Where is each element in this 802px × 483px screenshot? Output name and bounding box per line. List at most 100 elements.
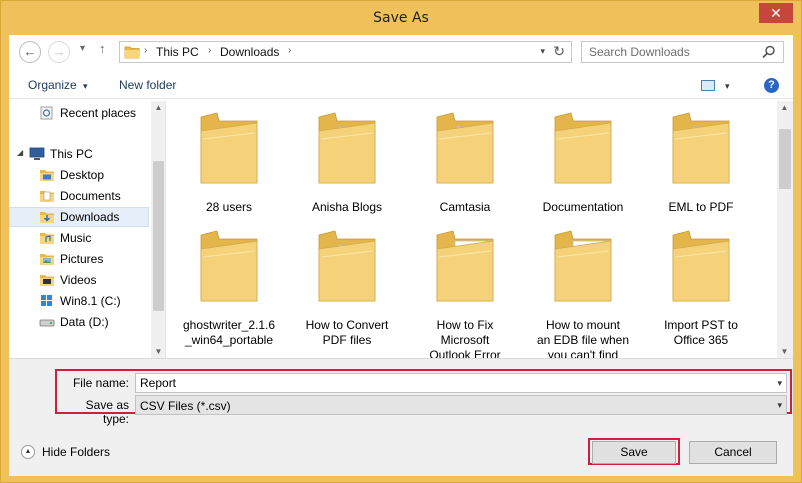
- file-item-name: Camtasia: [439, 200, 491, 214]
- folder-icon: [318, 112, 376, 184]
- navigation-pane: Recent places ◢ This PC Desktop Document…: [9, 101, 166, 358]
- up-button[interactable]: ↑: [99, 41, 106, 56]
- scroll-down-arrow-icon[interactable]: ▼: [151, 347, 165, 356]
- sidebar-item-label: Desktop: [60, 168, 105, 182]
- save-as-type-label: Save as type:: [85, 398, 129, 426]
- chevron-down-icon[interactable]: ▾: [777, 400, 782, 411]
- file-item[interactable]: W How to mount an EDB file when you can't…: [529, 223, 637, 358]
- back-button[interactable]: ←: [19, 41, 41, 63]
- navigation-bar: ← → ▾ ↑ › This PC › Downloads › ▾ ↻: [9, 35, 793, 69]
- videos-icon: [40, 275, 54, 286]
- chevron-down-icon: ▾: [83, 81, 88, 91]
- computer-icon: [29, 147, 45, 160]
- file-item-name: EML to PDF: [668, 200, 734, 214]
- address-bar[interactable]: › This PC › Downloads › ▾ ↻: [119, 41, 572, 63]
- sidebar-item-label: Pictures: [60, 252, 104, 266]
- folder-icon: [124, 46, 140, 59]
- file-list-scrollbar[interactable]: ▲ ▼: [777, 101, 793, 358]
- file-list: ▲ ▼ 28 users Anisha Blogs Camtasia Document…: [167, 101, 793, 358]
- file-name-field[interactable]: ▾: [135, 373, 787, 393]
- save-as-type-select[interactable]: CSV Files (*.csv) ▾: [135, 395, 787, 415]
- file-item-name: How to Fix Microsoft Outlook Error: [429, 318, 501, 358]
- sidebar-item-downloads[interactable]: Downloads: [9, 207, 149, 227]
- file-item[interactable]: ghostwriter_2.1.6 _win64_portable: [175, 223, 283, 347]
- downloads-icon: [40, 212, 54, 223]
- search-input[interactable]: [582, 42, 757, 62]
- save-as-dialog: Save As ✕ ← → ▾ ↑ › This PC › Downloads …: [0, 0, 802, 483]
- search-box[interactable]: [581, 41, 784, 63]
- file-name-label: File name:: [72, 376, 129, 390]
- organize-button[interactable]: Organize ▾: [28, 78, 88, 92]
- folder-icon: [200, 230, 258, 302]
- refresh-icon[interactable]: ↻: [553, 43, 565, 60]
- desktop-icon: [40, 170, 54, 181]
- sidebar-item-this-pc[interactable]: ◢ This PC: [9, 144, 149, 164]
- file-item[interactable]: W How to Fix Microsoft Outlook Error: [411, 223, 519, 358]
- sidebar-item-desktop[interactable]: Desktop: [9, 165, 149, 185]
- forward-button[interactable]: →: [48, 41, 70, 63]
- window-title: Save As: [373, 10, 429, 26]
- file-item-name: Import PST to Office 365: [664, 318, 738, 347]
- new-folder-button[interactable]: New folder: [119, 78, 176, 92]
- close-button[interactable]: ✕: [759, 3, 793, 23]
- folder-icon: W: [436, 230, 494, 302]
- sidebar-item-pictures[interactable]: Pictures: [9, 249, 149, 269]
- file-item-name: Documentation: [542, 200, 624, 214]
- folder-icon: [318, 230, 376, 302]
- file-item-name: 28 users: [205, 200, 253, 214]
- folder-icon: [672, 230, 730, 302]
- dialog-client: ← → ▾ ↑ › This PC › Downloads › ▾ ↻ Sear…: [9, 35, 793, 476]
- address-history-arrow-icon[interactable]: ▾: [540, 46, 545, 57]
- search-icon[interactable]: [762, 45, 776, 59]
- change-view-icon[interactable]: [701, 80, 715, 91]
- file-item[interactable]: Anisha Blogs: [293, 105, 401, 225]
- view-options-arrow-icon[interactable]: ▾: [725, 81, 730, 92]
- save-as-type-value: CSV Files (*.csv): [140, 399, 231, 413]
- file-item-name: Anisha Blogs: [311, 200, 383, 214]
- save-button[interactable]: Save: [592, 441, 676, 464]
- navigation-pane-scrollbar[interactable]: ▲ ▼: [151, 101, 165, 358]
- scrollbar-thumb[interactable]: [779, 129, 791, 189]
- sidebar-item-videos[interactable]: Videos: [9, 270, 149, 290]
- sidebar-item-music[interactable]: Music: [9, 228, 149, 248]
- folder-icon: W: [554, 230, 612, 302]
- breadcrumb-separator: ›: [144, 45, 148, 56]
- sidebar-item-label: Documents: [60, 189, 121, 203]
- scrollbar-thumb[interactable]: [153, 161, 164, 311]
- file-item[interactable]: How to Convert PDF files: [293, 223, 401, 347]
- hide-folders-label: Hide Folders: [42, 445, 111, 459]
- expand-arrow-icon[interactable]: ◢: [17, 148, 23, 157]
- sidebar-item-label: Videos: [60, 273, 97, 287]
- sidebar-item-documents[interactable]: Documents: [9, 186, 149, 206]
- breadcrumb-downloads[interactable]: Downloads: [220, 45, 279, 59]
- scroll-down-arrow-icon[interactable]: ▼: [777, 347, 792, 356]
- sidebar-item-recent-places[interactable]: Recent places: [9, 103, 149, 123]
- sidebar-item-drive-d[interactable]: Data (D:): [9, 312, 149, 332]
- file-name-input[interactable]: [136, 374, 756, 392]
- sidebar-item-drive-c[interactable]: Win8.1 (C:): [9, 291, 149, 311]
- scroll-up-arrow-icon[interactable]: ▲: [151, 103, 165, 112]
- cancel-button[interactable]: Cancel: [689, 441, 777, 464]
- file-item[interactable]: EML to PDF: [647, 105, 755, 225]
- folder-icon: [672, 112, 730, 184]
- file-item-name: ghostwriter_2.1.6 _win64_portable: [182, 318, 276, 347]
- sidebar-item-label: Music: [60, 231, 92, 245]
- sidebar-item-label: Win8.1 (C:): [60, 294, 121, 308]
- pictures-icon: [40, 254, 54, 265]
- breadcrumb-this-pc[interactable]: This PC: [156, 45, 199, 59]
- sidebar-item-label: This PC: [50, 147, 93, 161]
- file-item[interactable]: Documentation: [529, 105, 637, 225]
- documents-icon: [40, 191, 54, 202]
- drive-d-icon: [39, 319, 55, 327]
- file-item[interactable]: Camtasia: [411, 105, 519, 225]
- title-bar[interactable]: Save As ✕: [1, 1, 801, 35]
- scroll-up-arrow-icon[interactable]: ▲: [777, 103, 792, 112]
- file-item[interactable]: Import PST to Office 365: [647, 223, 755, 347]
- organize-label: Organize: [28, 78, 77, 92]
- file-item[interactable]: 28 users: [175, 105, 283, 225]
- file-item-name: How to mount an EDB file when you can't …: [536, 318, 630, 358]
- help-icon[interactable]: ?: [764, 78, 779, 93]
- chevron-down-icon[interactable]: ▾: [777, 378, 782, 389]
- command-bar: Organize ▾ New folder ▾ ?: [9, 73, 793, 99]
- recent-locations-arrow-icon[interactable]: ▾: [80, 43, 85, 54]
